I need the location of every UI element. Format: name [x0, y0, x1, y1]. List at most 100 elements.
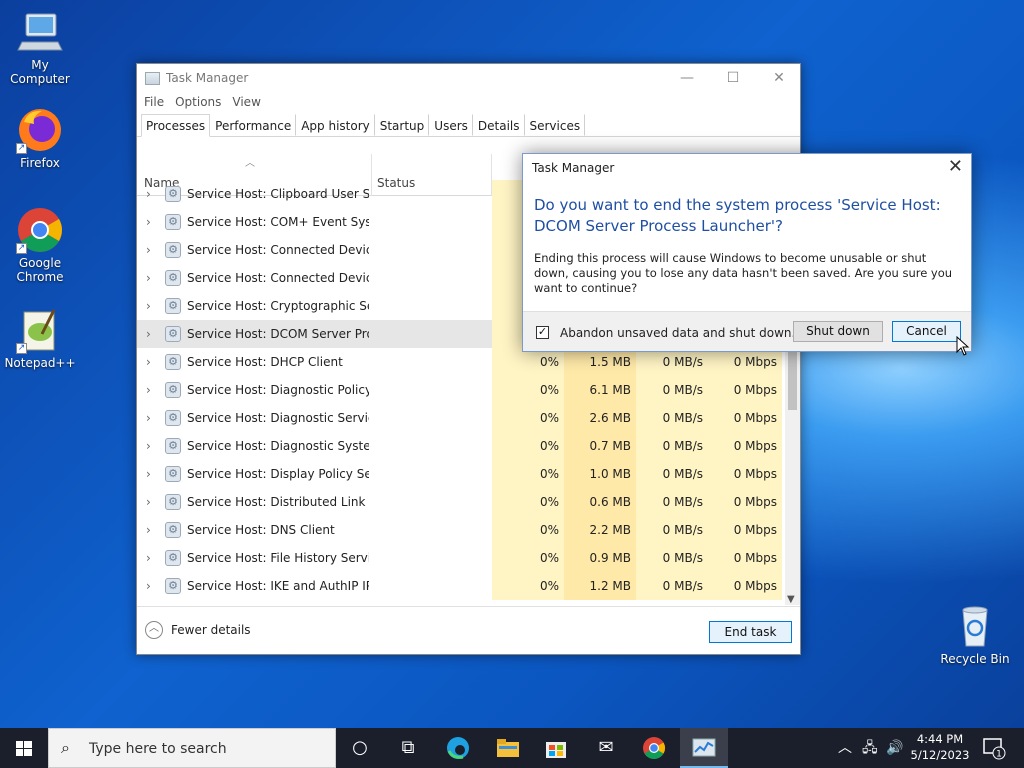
- tab-users[interactable]: Users: [429, 114, 473, 136]
- desktop-icon-notepadpp[interactable]: ↗ Notepad++: [0, 306, 80, 370]
- dialog-title: Task Manager: [532, 161, 615, 175]
- clock[interactable]: 4:44 PM 5/12/2023: [905, 731, 975, 763]
- notification-center-icon[interactable]: 1: [982, 728, 1006, 768]
- taskbar-chrome-icon[interactable]: [630, 728, 678, 768]
- table-row[interactable]: › ⚙ Service Host: Diagnostic System... 0%0.…: [137, 432, 785, 460]
- cpu-cell: 0%: [492, 460, 564, 488]
- cancel-button[interactable]: Cancel: [892, 321, 961, 342]
- shut-down-button[interactable]: Shut down: [793, 321, 883, 342]
- chevron-right-icon[interactable]: ›: [146, 236, 151, 264]
- chevron-up-icon[interactable]: ︿: [838, 728, 852, 768]
- dialog-question: Do you want to end the system process 'S…: [534, 196, 941, 235]
- close-icon[interactable]: ✕: [756, 64, 802, 92]
- cpu-cell: 0%: [492, 376, 564, 404]
- edge-icon[interactable]: [434, 728, 482, 768]
- tab-processes[interactable]: Processes: [141, 114, 211, 137]
- process-name: Service Host: Diagnostic Policy ...: [187, 383, 369, 397]
- taskbar-search-box[interactable]: ⌕ Type here to search: [48, 728, 336, 768]
- chevron-right-icon[interactable]: ›: [146, 348, 151, 376]
- microsoft-store-icon[interactable]: [532, 728, 580, 768]
- start-button[interactable]: [0, 728, 48, 768]
- disk-cell: 0 MB/s: [636, 376, 708, 404]
- gear-icon: ⚙: [165, 522, 181, 538]
- table-row[interactable]: › ⚙ Service Host: Distributed Link Tr... 0%…: [137, 488, 785, 516]
- memory-cell: 1.0 MB: [564, 460, 636, 488]
- task-view-icon[interactable]: ⧉: [384, 728, 432, 768]
- cpu-cell: 0%: [492, 572, 564, 600]
- disk-cell: 0 MB/s: [636, 432, 708, 460]
- table-row[interactable]: › ⚙ Service Host: Diagnostic Policy ... 0% 6…: [137, 376, 785, 404]
- chevron-right-icon[interactable]: ›: [146, 180, 151, 208]
- chevron-right-icon[interactable]: ›: [146, 572, 151, 600]
- scroll-down-icon[interactable]: ▼: [787, 594, 795, 605]
- file-explorer-icon[interactable]: [484, 728, 532, 768]
- disk-cell: 0 MB/s: [636, 404, 708, 432]
- search-icon: ⌕: [61, 738, 70, 757]
- gear-icon: ⚙: [165, 494, 181, 510]
- abandon-data-checkbox[interactable]: ✓: [536, 326, 549, 339]
- table-row[interactable]: › ⚙ Service Host: Diagnostic Service... 0%2…: [137, 404, 785, 432]
- chevron-right-icon[interactable]: ›: [146, 544, 151, 572]
- table-row[interactable]: › ⚙ Service Host: IKE and AuthIP IPs... 0%1…: [137, 572, 785, 600]
- desktop-icon-label: Google Chrome: [16, 256, 64, 284]
- network-cell: 0 Mbps: [708, 544, 782, 572]
- chevron-right-icon[interactable]: ›: [146, 432, 151, 460]
- menu-options[interactable]: Options: [175, 92, 228, 114]
- desktop-icon-firefox[interactable]: ↗ Firefox: [0, 106, 80, 170]
- chevron-right-icon[interactable]: ›: [146, 264, 151, 292]
- clock-date: 5/12/2023: [910, 748, 970, 762]
- window-title: Task Manager: [166, 71, 249, 85]
- chevron-up-icon: ︿: [145, 621, 163, 639]
- volume-icon[interactable]: 🔊: [886, 728, 903, 768]
- table-row[interactable]: › ⚙ Service Host: File History Service 0% 0.…: [137, 544, 785, 572]
- tab-services[interactable]: Services: [525, 114, 586, 136]
- gear-icon: ⚙: [165, 270, 181, 286]
- tab-startup[interactable]: Startup: [375, 114, 430, 136]
- maximize-icon[interactable]: ☐: [710, 64, 756, 92]
- fewer-details-button[interactable]: ︿ Fewer details: [145, 621, 251, 639]
- notification-count: 1: [996, 750, 1002, 760]
- dialog-close-icon[interactable]: ✕: [948, 156, 963, 177]
- taskbar-task-manager-icon[interactable]: [680, 728, 728, 768]
- abandon-data-label[interactable]: Abandon unsaved data and shut down.: [560, 326, 795, 340]
- chevron-right-icon[interactable]: ›: [146, 320, 151, 348]
- gear-icon: ⚙: [165, 186, 181, 202]
- chevron-right-icon[interactable]: ›: [146, 292, 151, 320]
- process-name: Service Host: Distributed Link Tr...: [187, 495, 369, 509]
- desktop-icon-label: My Computer: [10, 58, 70, 86]
- recycle-bin-icon: [951, 602, 999, 650]
- mail-icon[interactable]: ✉: [582, 728, 630, 768]
- desktop-icon-my-computer[interactable]: My Computer: [0, 8, 80, 86]
- desktop-icon-recycle-bin[interactable]: Recycle Bin: [935, 602, 1015, 666]
- chevron-right-icon[interactable]: ›: [146, 404, 151, 432]
- menu-view[interactable]: View: [232, 92, 267, 114]
- gear-icon: ⚙: [165, 578, 181, 594]
- chevron-right-icon[interactable]: ›: [146, 376, 151, 404]
- chevron-right-icon[interactable]: ›: [146, 516, 151, 544]
- tab-details[interactable]: Details: [473, 114, 525, 136]
- chevron-right-icon[interactable]: ›: [146, 208, 151, 236]
- desktop-icon-label: Recycle Bin: [940, 652, 1010, 666]
- table-row[interactable]: › ⚙ Service Host: DNS Client 0% 2.2 MB 0 MB/s…: [137, 516, 785, 544]
- minimize-icon[interactable]: —: [664, 64, 710, 92]
- menu-bar: File Options View: [137, 92, 800, 114]
- cpu-cell: 0%: [492, 516, 564, 544]
- windows-logo-icon: [16, 741, 32, 756]
- table-row[interactable]: › ⚙ Service Host: Display Policy Serv... 0%…: [137, 460, 785, 488]
- disk-cell: 0 MB/s: [636, 516, 708, 544]
- table-row[interactable]: › ⚙ Service Host: DHCP Client 0% 1.5 MB 0 MB/…: [137, 348, 785, 376]
- chevron-right-icon[interactable]: ›: [146, 460, 151, 488]
- cortana-icon[interactable]: ○: [336, 728, 384, 768]
- desktop-icon-chrome[interactable]: ↗ Google Chrome: [0, 206, 80, 284]
- tab-performance[interactable]: Performance: [210, 114, 297, 136]
- chevron-right-icon[interactable]: ›: [146, 488, 151, 516]
- end-task-button[interactable]: End task: [709, 621, 792, 643]
- gear-icon: ⚙: [165, 214, 181, 230]
- title-bar[interactable]: Task Manager — ☐ ✕: [137, 64, 800, 92]
- network-icon[interactable]: 🖧: [862, 728, 878, 768]
- tab-app-history[interactable]: App history: [296, 114, 375, 136]
- search-placeholder: Type here to search: [89, 741, 227, 757]
- menu-file[interactable]: File: [144, 92, 171, 114]
- gear-icon: ⚙: [165, 382, 181, 398]
- network-cell: 0 Mbps: [708, 488, 782, 516]
